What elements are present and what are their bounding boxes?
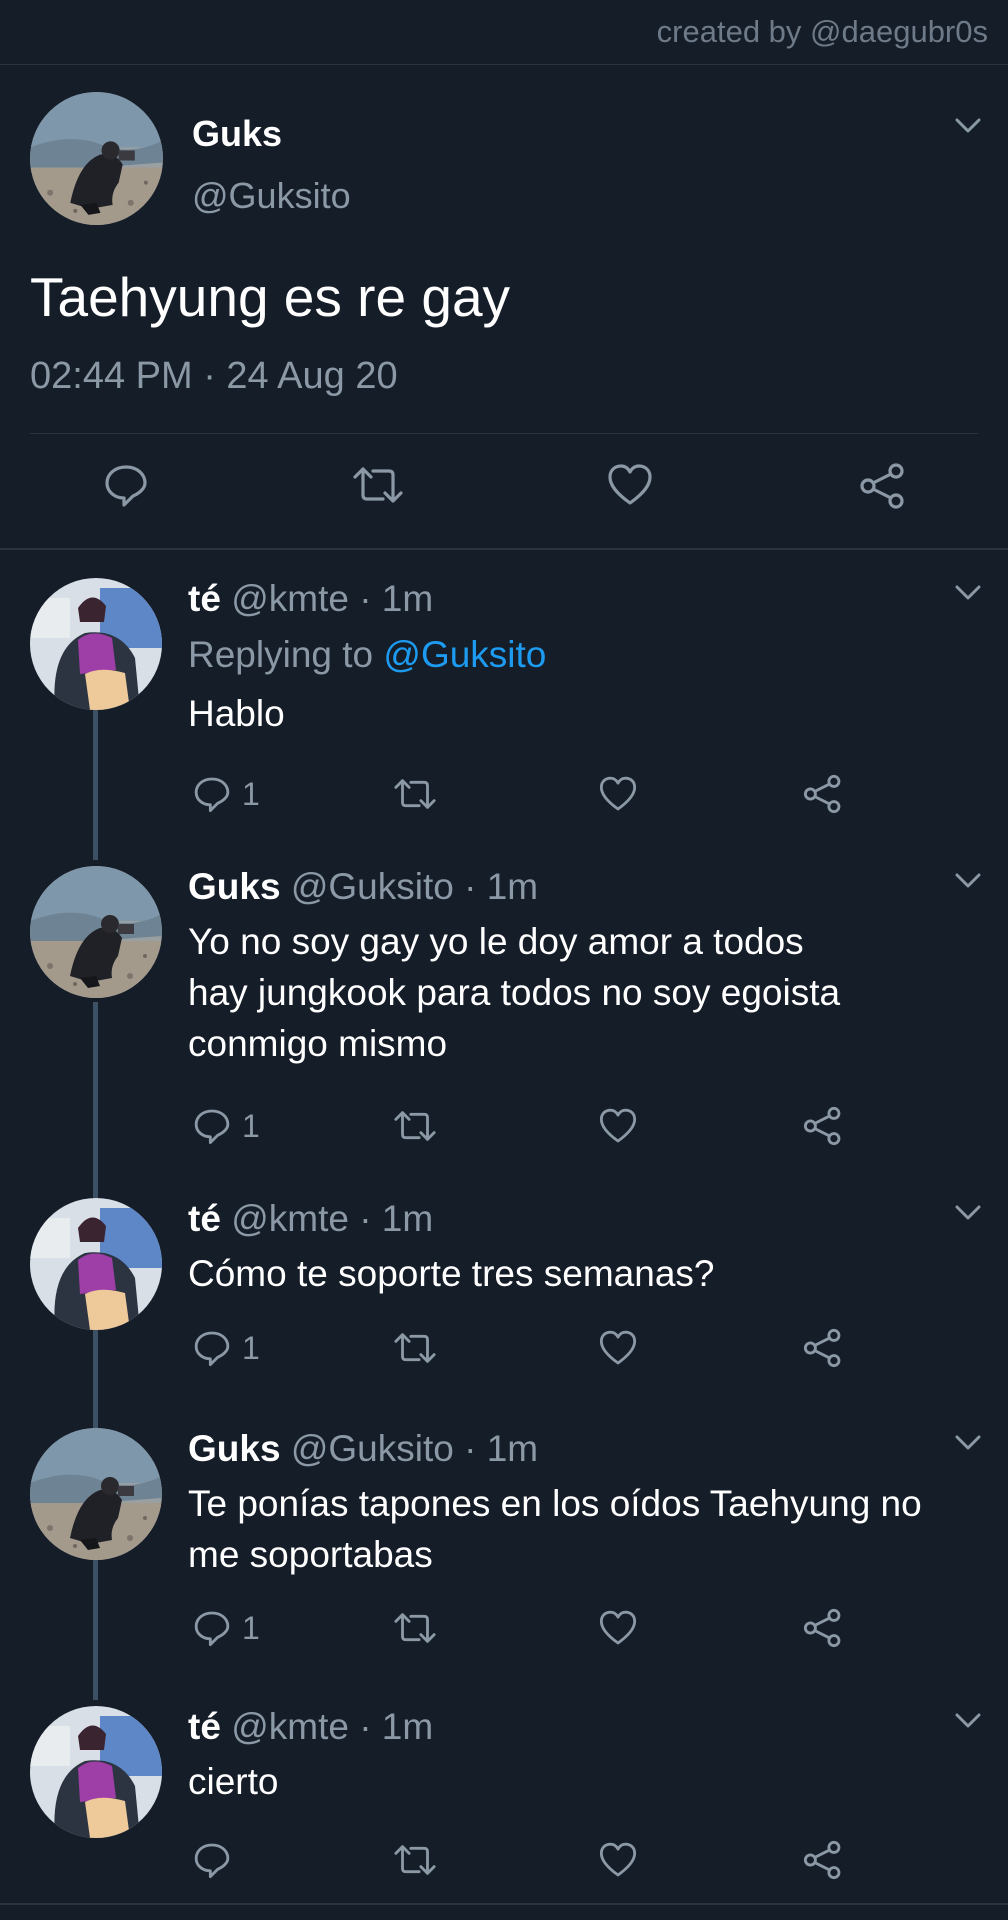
credit-text: created by @daegubr0s (656, 14, 988, 49)
main-tweet: Guks @Guksito Taehyung es re gay 02:44 P… (0, 65, 1008, 549)
reply-button[interactable]: 1 (192, 1102, 260, 1150)
tweet-header: té @kmte · 1m (188, 1706, 433, 1748)
chevron-down-icon[interactable] (954, 1434, 982, 1452)
reply-icon (194, 1843, 230, 1879)
handle-time: @Guksito · 1m (290, 866, 539, 907)
reply-icon (194, 777, 230, 813)
mention-link[interactable]: @Guksito (383, 634, 546, 675)
tweet-actions (0, 1836, 1008, 1884)
reply-button[interactable]: 1 (192, 770, 260, 818)
tweet-actions: 1 (0, 1102, 1008, 1150)
tweet-actions: 1 (0, 770, 1008, 818)
author-name[interactable]: té (188, 1198, 221, 1239)
tweet-header: Guks @Guksito · 1m (188, 1428, 538, 1470)
reply-count: 1 (242, 1329, 260, 1366)
reply-icon (194, 1109, 230, 1145)
retweet-icon[interactable] (392, 1604, 438, 1652)
retweet-icon[interactable] (351, 461, 405, 509)
author-name[interactable]: Guks (192, 113, 282, 155)
tweet-header: té @kmte · 1m (188, 578, 433, 620)
author-name[interactable]: Guks (188, 866, 281, 907)
reply-icon[interactable] (102, 461, 150, 509)
share-icon[interactable] (858, 461, 908, 511)
share-icon[interactable] (802, 1324, 844, 1372)
thread-line (93, 1002, 98, 1198)
tweet-header: Guks @Guksito · 1m (188, 866, 538, 908)
replying-label: Replying to (188, 634, 374, 675)
reply-icon (194, 1611, 230, 1647)
handle-time: @Guksito · 1m (290, 1428, 539, 1469)
reply-button[interactable]: 1 (192, 1324, 260, 1372)
reply-count: 1 (242, 775, 260, 812)
handle-time: @kmte · 1m (231, 578, 434, 619)
like-icon[interactable] (598, 1604, 638, 1652)
share-icon[interactable] (802, 1604, 844, 1652)
avatar[interactable] (30, 578, 162, 710)
avatar[interactable] (30, 1706, 162, 1838)
retweet-icon[interactable] (392, 1324, 438, 1372)
tweet-actions (0, 461, 1008, 521)
retweet-icon[interactable] (392, 1836, 438, 1884)
handle-time: @kmte · 1m (231, 1198, 434, 1239)
replying-to: Replying to @Guksito (188, 634, 546, 676)
handle-time: @kmte · 1m (231, 1706, 434, 1747)
tweet-text: Te ponías tapones en los oídos Taehyung … (188, 1478, 988, 1580)
tweet-text-line: conmigo mismo (188, 1023, 448, 1064)
tweet-actions: 1 (0, 1604, 1008, 1652)
chevron-down-icon[interactable] (954, 117, 982, 135)
main-divider (0, 548, 1008, 550)
avatar[interactable] (30, 1198, 162, 1330)
share-icon[interactable] (802, 1836, 844, 1884)
share-icon[interactable] (802, 770, 844, 818)
avatar[interactable] (30, 1428, 162, 1560)
reply-icon (194, 1331, 230, 1367)
tweet-text: cierto (188, 1761, 279, 1802)
tweet-text-line: Te ponías tapones en los oídos Taehyung … (188, 1483, 922, 1524)
like-icon[interactable] (598, 770, 638, 818)
like-icon[interactable] (598, 1836, 638, 1884)
avatar[interactable] (30, 92, 163, 225)
share-icon[interactable] (802, 1102, 844, 1150)
like-icon[interactable] (598, 1324, 638, 1372)
avatar[interactable] (30, 866, 162, 998)
author-name[interactable]: té (188, 1706, 221, 1747)
tweet-text: Hablo (188, 693, 285, 734)
retweet-icon[interactable] (392, 770, 438, 818)
like-icon[interactable] (598, 1102, 638, 1150)
reply-count: 1 (242, 1107, 260, 1144)
chevron-down-icon[interactable] (954, 1204, 982, 1222)
chevron-down-icon[interactable] (954, 584, 982, 602)
chevron-down-icon[interactable] (954, 872, 982, 890)
tweet-text: Cómo te soporte tres semanas? (188, 1253, 715, 1294)
tweet-text-line: me soportabas (188, 1534, 433, 1575)
tweet-text: Taehyung es re gay (30, 266, 511, 328)
tweet-text-line: hay jungkook para todos no soy egoista (188, 972, 841, 1013)
tweet-text: Yo no soy gay yo le doy amor a todos hay… (188, 916, 988, 1069)
author-name[interactable]: té (188, 578, 221, 619)
tweet-header: té @kmte · 1m (188, 1198, 433, 1240)
author-name[interactable]: Guks (188, 1428, 281, 1469)
tweet-text-line: Yo no soy gay yo le doy amor a todos (188, 921, 804, 962)
chevron-down-icon[interactable] (954, 1712, 982, 1730)
author-handle[interactable]: @Guksito (192, 175, 351, 217)
tweet-timestamp: 02:44 PM · 24 Aug 20 (30, 355, 398, 397)
bottom-divider (0, 1903, 1008, 1905)
divider (30, 433, 978, 434)
retweet-icon[interactable] (392, 1102, 438, 1150)
reply-count: 1 (242, 1609, 260, 1646)
like-icon[interactable] (606, 461, 654, 509)
reply-button[interactable]: 1 (192, 1604, 260, 1652)
tweet-actions: 1 (0, 1324, 1008, 1372)
reply-button[interactable] (192, 1836, 242, 1884)
